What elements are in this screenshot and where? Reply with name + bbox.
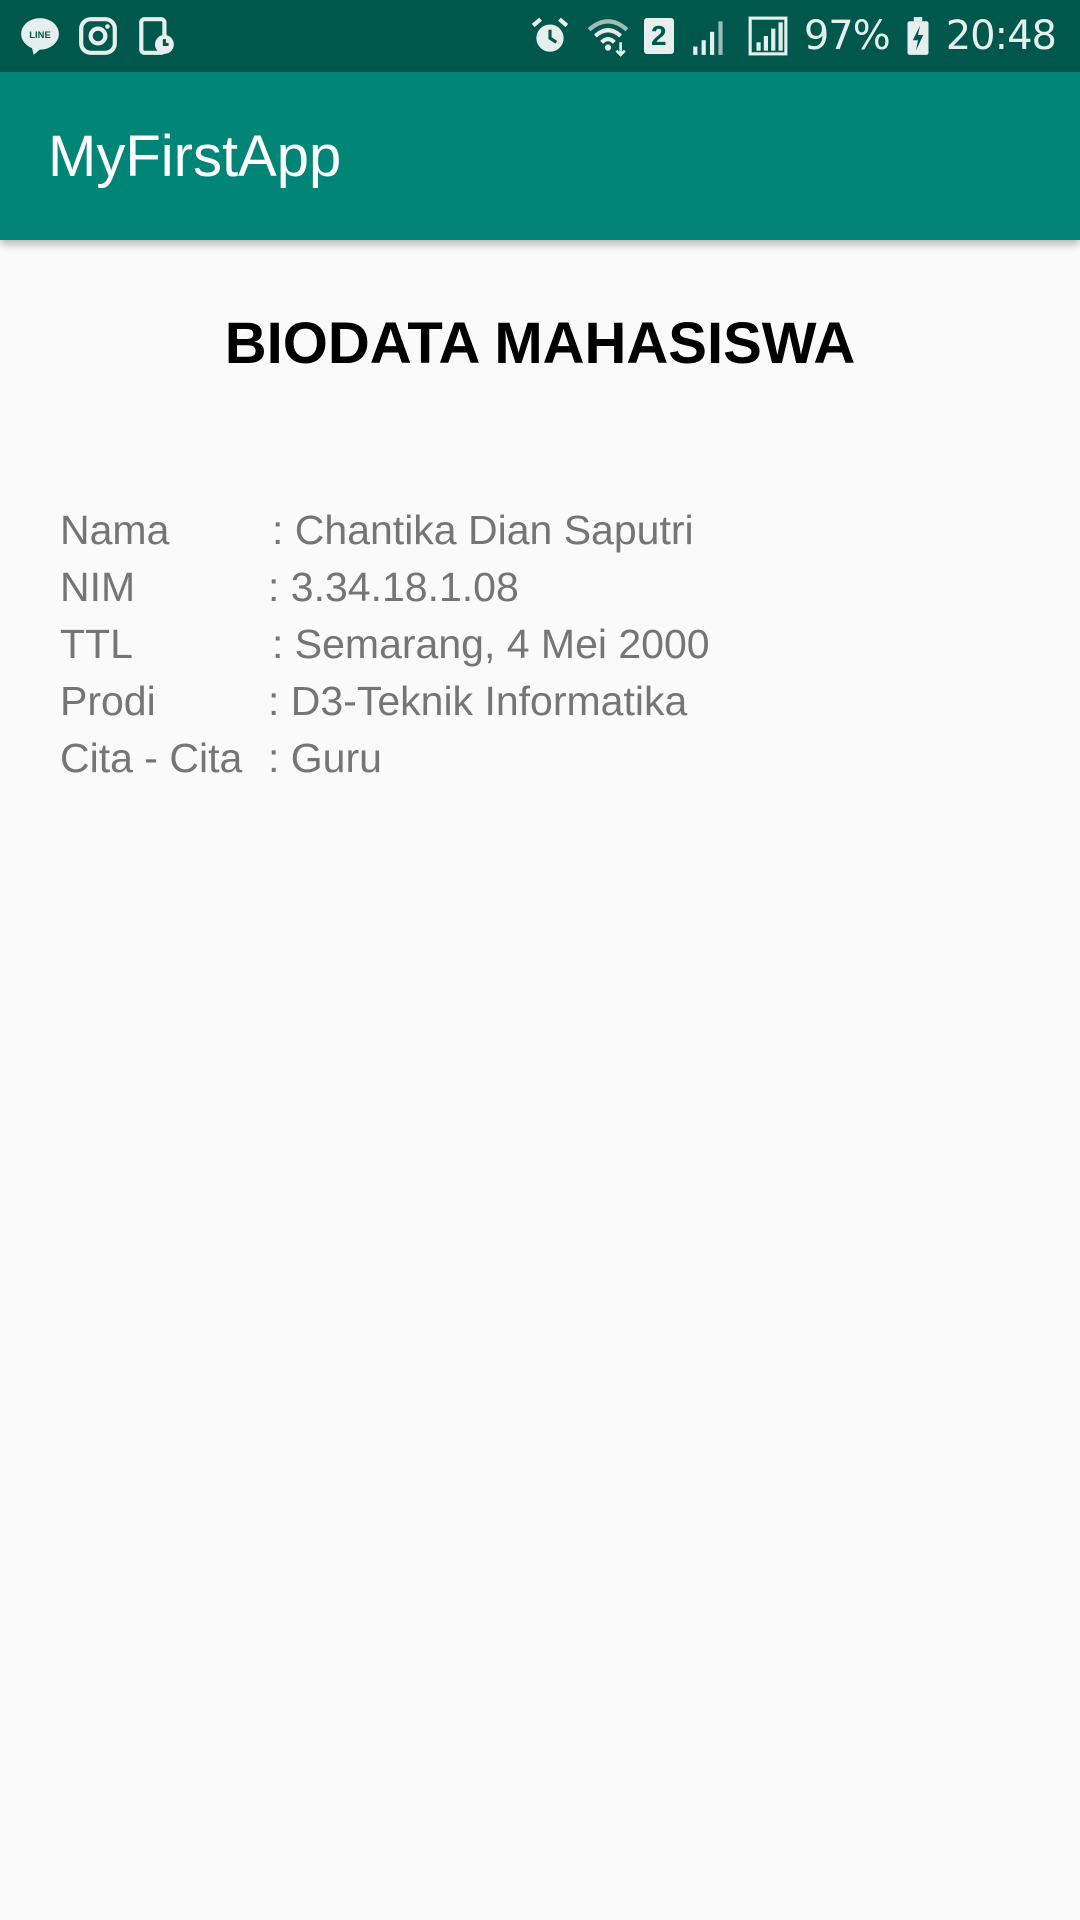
battery-charging-icon — [904, 14, 932, 58]
biodata-value: : 3.34.18.1.08 — [268, 564, 519, 610]
screen-time-icon — [134, 14, 178, 58]
signal-full-icon — [746, 14, 790, 58]
biodata-value: : Chantika Dian Saputri — [272, 507, 694, 553]
status-bar-system: 2 97% 20:48 — [528, 13, 1057, 59]
page-title: BIODATA MAHASISWA — [224, 311, 856, 376]
wifi-icon — [586, 14, 630, 58]
status-bar: LINE 2 97% 20:48 — [0, 0, 1080, 72]
signal-icon — [688, 14, 732, 58]
biodata-label: TTL — [60, 621, 133, 667]
biodata-row-cita-cita: Cita - Cita : Guru — [60, 730, 710, 787]
svg-text:LINE: LINE — [29, 30, 51, 41]
status-bar-notifications: LINE — [18, 14, 178, 58]
instagram-icon — [76, 14, 120, 58]
app-title: MyFirstApp — [48, 123, 342, 189]
biodata-value: : Semarang, 4 Mei 2000 — [272, 621, 710, 667]
biodata-row-ttl: TTL : Semarang, 4 Mei 2000 — [60, 616, 710, 673]
biodata-list: Nama : Chantika Dian Saputri NIM : 3.34.… — [60, 502, 710, 787]
biodata-label: Prodi — [60, 678, 156, 724]
biodata-label: NIM — [60, 564, 136, 610]
app-bar: MyFirstApp — [0, 72, 1080, 240]
sim-2-icon: 2 — [643, 18, 674, 54]
biodata-value: : Guru — [268, 735, 382, 781]
biodata-label: Cita - Cita — [60, 735, 243, 781]
clock: 20:48 — [945, 13, 1057, 59]
battery-percent: 97% — [803, 13, 891, 59]
main-content: BIODATA MAHASISWA Nama : Chantika Dian S… — [0, 240, 1080, 1920]
line-app-icon: LINE — [18, 14, 62, 58]
alarm-icon — [528, 14, 572, 58]
biodata-row-nama: Nama : Chantika Dian Saputri — [60, 502, 710, 559]
biodata-row-nim: NIM : 3.34.18.1.08 — [60, 559, 710, 616]
biodata-value: : D3-Teknik Informatika — [268, 678, 688, 724]
biodata-label: Nama — [60, 507, 170, 553]
biodata-row-prodi: Prodi : D3-Teknik Informatika — [60, 673, 710, 730]
